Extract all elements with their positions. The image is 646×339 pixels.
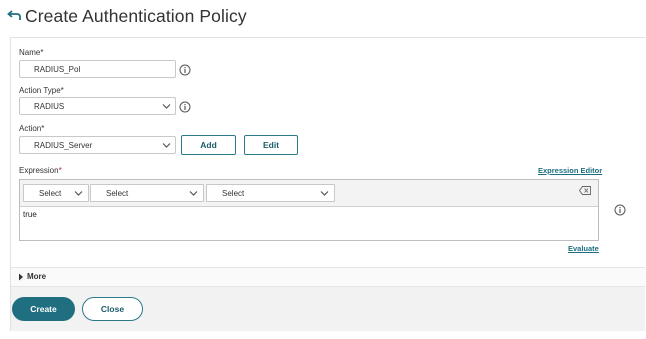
name-label: Name* [19,48,43,57]
expression-select-1-value: Select [39,188,62,198]
action-label: Action* [19,124,44,133]
edit-action-button[interactable]: Edit [244,135,298,155]
page-title: Create Authentication Policy [25,6,247,26]
form-footer: Create Close [11,286,645,331]
policy-form-panel: Name* RADIUS_Pol Action Type* RADIUS Act… [10,37,645,331]
action-label-text: Action [19,124,42,133]
chevron-down-icon [162,143,171,148]
action-type-select[interactable]: RADIUS [19,97,176,115]
name-info-icon[interactable] [179,64,191,76]
chevron-down-icon [74,191,83,196]
expression-label: Expression* [19,166,62,175]
close-button[interactable]: Close [82,297,143,321]
name-label-text: Name [19,48,41,57]
create-button[interactable]: Create [12,297,75,321]
evaluate-link[interactable]: Evaluate [568,244,599,253]
page-header: Create Authentication Policy [0,0,646,38]
action-type-label-text: Action Type [19,86,61,95]
action-required-mark: * [41,124,45,133]
expression-select-3[interactable]: Select [206,184,335,202]
back-arrow-icon[interactable] [6,9,22,25]
expression-value[interactable]: true [23,210,37,219]
expression-select-3-value: Select [222,188,245,198]
expression-box: Select Select Select true [19,179,599,241]
action-select[interactable]: RADIUS_Server [19,136,176,154]
expression-required-mark: * [58,166,62,175]
chevron-down-icon [189,191,198,196]
add-action-button[interactable]: Add [181,135,236,155]
expression-select-2-value: Select [106,188,129,198]
chevron-down-icon [320,191,329,196]
expression-info-icon[interactable] [614,204,626,216]
expression-editor-link[interactable]: Expression Editor [538,166,602,175]
action-type-info-icon[interactable] [179,101,191,113]
create-auth-policy-page: Create Authentication Policy Name* RADIU… [0,0,646,339]
expression-label-text: Expression [19,166,59,175]
action-type-label: Action Type* [19,86,64,95]
more-label[interactable]: More [27,272,46,281]
more-section-toggle[interactable]: More [11,267,645,286]
name-input[interactable]: RADIUS_Pol [19,60,176,78]
clear-expression-icon[interactable] [579,186,591,195]
chevron-down-icon [162,104,171,109]
action-type-required-mark: * [60,86,64,95]
expression-toolbar: Select Select Select [20,180,598,207]
expression-select-1[interactable]: Select [23,184,89,202]
name-required-mark: * [40,48,44,57]
name-input-value: RADIUS_Pol [34,64,81,74]
action-select-value: RADIUS_Server [34,140,93,150]
caret-right-icon[interactable] [18,273,24,281]
action-type-select-value: RADIUS [34,101,65,111]
expression-select-2[interactable]: Select [90,184,204,202]
